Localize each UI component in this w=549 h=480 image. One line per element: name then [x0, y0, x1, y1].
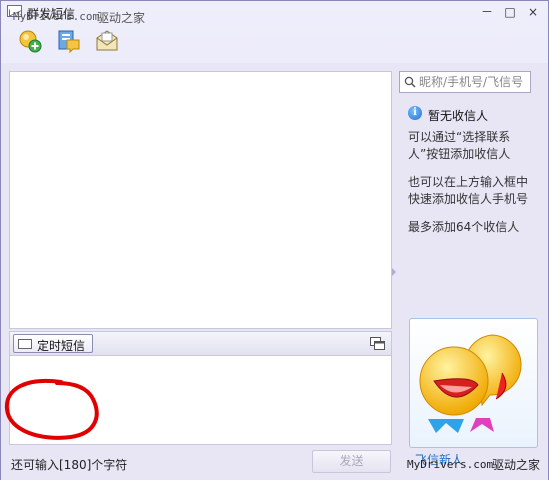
- watermark-latin: MyDrivers.com: [407, 458, 494, 471]
- window: 群发短信 MyDrivers.com 驱动之家 － □ × 定时短信 还可输入[…: [0, 0, 549, 480]
- search-icon: [404, 76, 416, 88]
- message-history-area: [9, 71, 392, 329]
- scheduled-sms-label: 定时短信: [37, 339, 86, 353]
- panel-splitter[interactable]: [394, 71, 398, 451]
- watermark-chinese: 驱动之家: [492, 458, 541, 472]
- info-icon: i: [408, 106, 422, 120]
- collapse-arrow-icon[interactable]: [392, 268, 396, 276]
- search-input[interactable]: [419, 74, 529, 90]
- maximize-button[interactable]: □: [501, 4, 519, 20]
- minimize-button[interactable]: －: [478, 4, 496, 20]
- envelope-icon: [18, 339, 32, 349]
- watermark-latin: MyDrivers.com: [13, 10, 100, 23]
- fetion-avatar[interactable]: [409, 318, 538, 448]
- no-recipient-title: 暂无收信人: [428, 109, 489, 123]
- watermark-chinese: 驱动之家: [97, 11, 146, 25]
- message-bubble-icon[interactable]: [56, 28, 82, 54]
- annotation-red-circle: [4, 378, 99, 440]
- remaining-chars-label: 还可输入[180]个字符: [11, 458, 128, 472]
- envelope-icon[interactable]: [94, 28, 120, 54]
- main-panel: 定时短信 还可输入[180]个字符 发送 i 暂无收信人 可以通过: [1, 63, 548, 480]
- hint-max-recipients: 最多添加64个收信人: [408, 220, 520, 234]
- expand-window-icon[interactable]: [370, 337, 385, 350]
- fetion-mascot-icon: [419, 334, 522, 433]
- toolbar: [1, 25, 548, 59]
- hint-input-number: 也可以在上方输入框中快速添加收信人手机号: [408, 175, 529, 206]
- scheduled-sms-button[interactable]: 定时短信: [13, 334, 93, 353]
- hint-select-contact: 可以通过“选择联系人”按钮添加收信人: [408, 130, 511, 161]
- recipient-sidebar: i 暂无收信人 可以通过“选择联系人”按钮添加收信人 也可以在上方输入框中快速添…: [399, 63, 548, 480]
- close-button[interactable]: ×: [524, 4, 542, 20]
- recipient-search[interactable]: [399, 71, 531, 93]
- add-contact-icon[interactable]: [17, 28, 43, 54]
- compose-toolbar: 定时短信: [9, 331, 392, 355]
- title-bar[interactable]: 群发短信 MyDrivers.com 驱动之家 － □ ×: [1, 1, 548, 25]
- send-button[interactable]: 发送: [312, 450, 391, 473]
